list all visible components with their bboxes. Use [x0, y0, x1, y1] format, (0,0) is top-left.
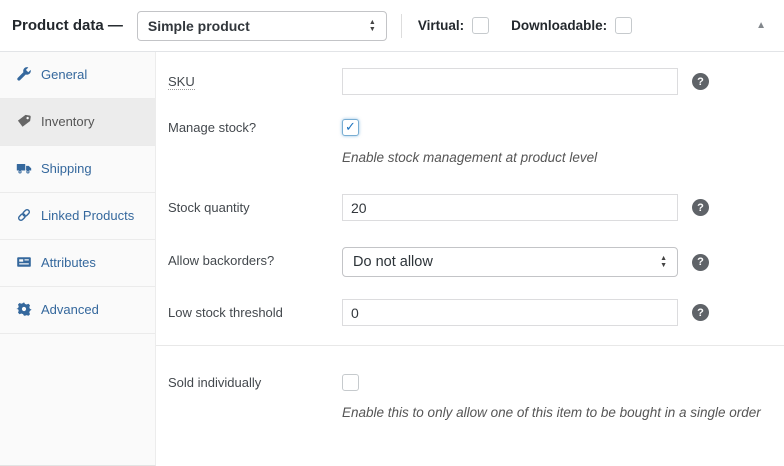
virtual-option: Virtual:: [418, 17, 489, 34]
backorders-row: Allow backorders? Do not allow ▲ ▼ ?: [168, 247, 770, 277]
sold-individually-row: Sold individually Enable this to only al…: [168, 374, 770, 427]
tab-shipping[interactable]: Shipping: [0, 146, 155, 193]
sold-individually-description: Enable this to only allow one of this it…: [342, 399, 770, 427]
low-stock-threshold-row: Low stock threshold ?: [168, 299, 770, 326]
wrench-icon: [16, 66, 32, 82]
stock-quantity-label: Stock quantity: [168, 194, 342, 221]
virtual-label: Virtual:: [418, 18, 464, 33]
help-icon[interactable]: ?: [692, 199, 709, 216]
product-data-header: Product data — Simple product ▲ ▼ Virtua…: [0, 0, 784, 52]
product-data-tabs: General Inventory Shipping: [0, 52, 156, 466]
tab-inventory[interactable]: Inventory: [0, 99, 155, 146]
link-icon: [16, 207, 32, 223]
low-stock-threshold-label: Low stock threshold: [168, 299, 342, 326]
sku-input[interactable]: [342, 68, 678, 95]
gear-icon: [16, 301, 32, 317]
downloadable-option: Downloadable:: [511, 17, 632, 34]
select-arrows-icon: ▲ ▼: [369, 19, 376, 33]
check-icon: ✓: [345, 120, 356, 133]
tag-icon: [16, 113, 32, 129]
manage-stock-checkbox[interactable]: ✓: [342, 119, 359, 136]
low-stock-threshold-input[interactable]: [342, 299, 678, 326]
manage-stock-label: Manage stock?: [168, 119, 342, 168]
stock-quantity-input[interactable]: [342, 194, 678, 221]
tab-label: General: [41, 67, 87, 82]
header-divider: [401, 14, 402, 38]
product-type-select[interactable]: Simple product ▲ ▼: [137, 11, 387, 41]
tab-label: Attributes: [41, 255, 96, 270]
manage-stock-description: Enable stock management at product level: [342, 148, 770, 168]
tab-label: Inventory: [41, 114, 94, 129]
tab-linked-products[interactable]: Linked Products: [0, 193, 155, 240]
truck-icon: [16, 160, 32, 176]
tab-label: Shipping: [41, 161, 92, 176]
inventory-panel: SKU ? Manage stock? ✓: [156, 52, 784, 466]
manage-stock-row: Manage stock? ✓ Enable stock management …: [168, 119, 770, 168]
sold-individually-checkbox[interactable]: [342, 374, 359, 391]
select-arrows-icon: ▲ ▼: [660, 255, 667, 269]
help-icon[interactable]: ?: [692, 254, 709, 271]
collapse-panel-icon[interactable]: ▲: [752, 16, 770, 35]
sold-individually-group: Sold individually Enable this to only al…: [156, 345, 784, 446]
backorders-select[interactable]: Do not allow ▲ ▼: [342, 247, 678, 277]
tab-advanced[interactable]: Advanced: [0, 287, 155, 334]
product-type-value: Simple product: [148, 18, 250, 34]
panel-title: Product data —: [12, 17, 123, 34]
card-icon: [16, 254, 32, 270]
help-icon[interactable]: ?: [692, 73, 709, 90]
backorders-value: Do not allow: [353, 254, 433, 270]
virtual-checkbox[interactable]: [472, 17, 489, 34]
inventory-options-group: SKU ? Manage stock? ✓: [156, 52, 784, 345]
stock-quantity-row: Stock quantity ?: [168, 194, 770, 221]
sku-label: SKU: [168, 68, 342, 95]
downloadable-checkbox[interactable]: [615, 17, 632, 34]
tab-label: Linked Products: [41, 208, 134, 223]
sku-row: SKU ?: [168, 68, 770, 95]
help-icon[interactable]: ?: [692, 304, 709, 321]
tab-attributes[interactable]: Attributes: [0, 240, 155, 287]
downloadable-label: Downloadable:: [511, 18, 607, 33]
sold-individually-label: Sold individually: [168, 374, 342, 427]
backorders-label: Allow backorders?: [168, 247, 342, 277]
tab-general[interactable]: General: [0, 52, 155, 99]
product-data-metabox: Product data — Simple product ▲ ▼ Virtua…: [0, 0, 784, 466]
tab-label: Advanced: [41, 302, 99, 317]
